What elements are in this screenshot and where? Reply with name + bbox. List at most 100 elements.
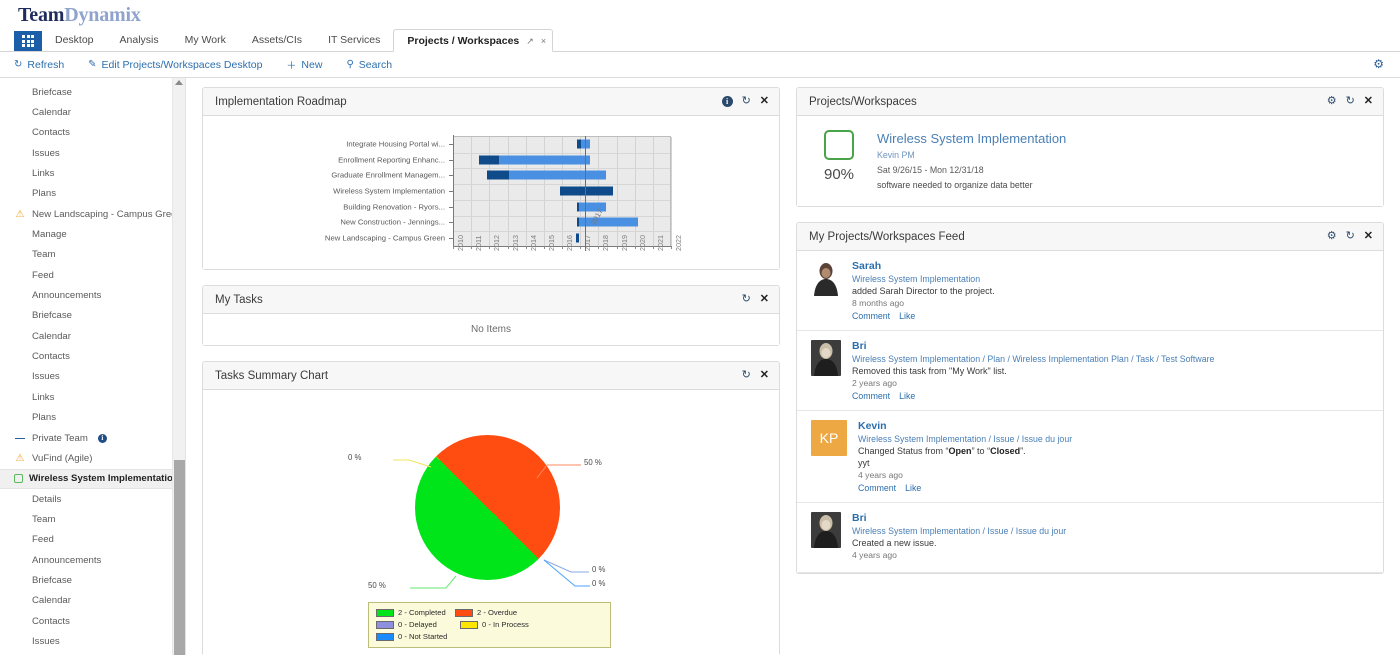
- project-title-link[interactable]: Wireless System Implementation: [877, 131, 1066, 146]
- sidebar-item-announcements[interactable]: Announcements: [0, 550, 185, 570]
- sidebar-item-manage[interactable]: Manage: [0, 224, 185, 244]
- sidebar-item-announcements[interactable]: Announcements: [0, 285, 185, 305]
- sidebar-item-issues[interactable]: Issues: [0, 631, 185, 651]
- tab-analysis[interactable]: Analysis: [107, 29, 172, 51]
- tab-my-work[interactable]: My Work: [172, 29, 239, 51]
- legend-item[interactable]: 2 - Overdue: [455, 607, 534, 618]
- sidebar-item-calendar[interactable]: Calendar: [0, 326, 185, 346]
- sidebar-item-issues[interactable]: Issues: [0, 367, 185, 387]
- sidebar-item-details[interactable]: Details: [0, 489, 185, 509]
- legend-item[interactable]: 2 - Completed: [376, 607, 455, 618]
- refresh-icon[interactable]: ↻: [742, 370, 751, 381]
- feed-like-link[interactable]: Like: [905, 483, 921, 493]
- avatar[interactable]: KP: [811, 420, 847, 456]
- close-icon[interactable]: ✕: [760, 294, 769, 305]
- feed-breadcrumb-link[interactable]: Wireless System Implementation / Plan / …: [852, 354, 1371, 364]
- sidebar-item-calendar[interactable]: Calendar: [0, 591, 185, 611]
- feed-breadcrumb-link[interactable]: Wireless System Implementation: [852, 274, 1371, 284]
- close-icon[interactable]: ✕: [760, 370, 769, 381]
- sidebar-item-briefcase[interactable]: Briefcase: [0, 82, 185, 102]
- logo-dynamix: Dynamix: [64, 4, 140, 26]
- tab-it-services[interactable]: IT Services: [315, 29, 393, 51]
- avatar[interactable]: [811, 340, 841, 376]
- feed-user-link[interactable]: Bri: [852, 512, 1371, 524]
- sidebar-item-contacts[interactable]: Contacts: [0, 346, 185, 366]
- search-button[interactable]: ⚲ Search: [346, 59, 392, 71]
- app-grid-icon[interactable]: [14, 31, 42, 51]
- sidebar-item-new-landscaping-campus-green[interactable]: ⚠New Landscaping - Campus Green: [0, 204, 185, 224]
- refresh-icon[interactable]: ↻: [1346, 231, 1355, 242]
- close-icon[interactable]: ✕: [760, 96, 769, 107]
- sidebar-item-contacts[interactable]: Contacts: [0, 611, 185, 631]
- gantt-x-tick: [671, 246, 672, 249]
- scroll-up-arrow-icon[interactable]: [175, 80, 183, 85]
- legend-item[interactable]: 0 - In Process: [460, 619, 539, 630]
- project-owner-link[interactable]: Kevin PM: [877, 150, 1066, 160]
- feed-user-link[interactable]: Kevin: [858, 420, 1371, 432]
- refresh-icon[interactable]: ↻: [742, 294, 751, 305]
- edit-desktop-button[interactable]: ✎ Edit Projects/Workspaces Desktop: [88, 59, 262, 71]
- feed-breadcrumb-link[interactable]: Wireless System Implementation / Issue /…: [852, 526, 1371, 536]
- gantt-row-label: Building Renovation - Ryors...: [205, 202, 445, 211]
- feed-comment-link[interactable]: Comment: [852, 311, 890, 321]
- new-button[interactable]: ＋ New: [286, 57, 322, 72]
- close-tab-icon[interactable]: ×: [541, 30, 546, 52]
- sidebar-item-links[interactable]: Links: [0, 652, 185, 655]
- sidebar-item-team[interactable]: Team: [0, 245, 185, 265]
- refresh-button[interactable]: ↻ Refresh: [14, 59, 64, 71]
- feed-user-link[interactable]: Sarah: [852, 260, 1371, 272]
- feed-breadcrumb-link[interactable]: Wireless System Implementation / Issue /…: [858, 434, 1371, 444]
- gantt-bar[interactable]: [560, 187, 613, 196]
- tab-projects-workspaces[interactable]: Projects / Workspaces ↗ ×: [393, 29, 553, 52]
- refresh-icon[interactable]: ↻: [1346, 96, 1355, 107]
- sidebar-item-team[interactable]: Team: [0, 509, 185, 529]
- refresh-icon[interactable]: ↻: [742, 96, 751, 107]
- roadmap-panel-title: Implementation Roadmap: [215, 96, 722, 108]
- sidebar-item-contacts[interactable]: Contacts: [0, 123, 185, 143]
- feed-comment-link[interactable]: Comment: [858, 483, 896, 493]
- pie-percent-label: 0 %: [592, 565, 605, 574]
- sidebar-scrollbar-thumb[interactable]: [174, 460, 185, 655]
- feed-timestamp: 2 years ago: [852, 378, 1371, 388]
- sidebar-item-plans[interactable]: Plans: [0, 184, 185, 204]
- avatar[interactable]: [811, 260, 841, 296]
- feed-comment-link[interactable]: Comment: [852, 391, 890, 401]
- sidebar-item-feed[interactable]: Feed: [0, 530, 185, 550]
- feed-like-link[interactable]: Like: [899, 311, 915, 321]
- gantt-bar[interactable]: [479, 155, 590, 164]
- sidebar-scrollbar-track[interactable]: [172, 78, 185, 655]
- gear-icon[interactable]: ⚙: [1327, 231, 1337, 242]
- gantt-bar[interactable]: [487, 171, 606, 180]
- close-icon[interactable]: ✕: [1364, 96, 1373, 107]
- legend-item[interactable]: 0 - Not Started: [376, 631, 460, 642]
- legend-label: 0 - Delayed: [398, 620, 437, 629]
- project-card[interactable]: 90% Wireless System Implementation Kevin…: [797, 116, 1383, 206]
- sidebar-item-briefcase[interactable]: Briefcase: [0, 306, 185, 326]
- gantt-x-tick-label: 2019: [620, 235, 629, 251]
- gantt-bar[interactable]: [576, 234, 580, 243]
- info-icon[interactable]: i: [722, 96, 733, 107]
- sidebar-item-links[interactable]: Links: [0, 163, 185, 183]
- sidebar-item-wireless-system-implementation[interactable]: Wireless System Implementation: [0, 469, 185, 489]
- sidebar-item-feed[interactable]: Feed: [0, 265, 185, 285]
- tab-desktop[interactable]: Desktop: [42, 29, 107, 51]
- avatar[interactable]: [811, 512, 841, 548]
- feed-user-link[interactable]: Bri: [852, 340, 1371, 352]
- pencil-icon: ✎: [88, 59, 96, 70]
- close-icon[interactable]: ✕: [1364, 231, 1373, 242]
- settings-gear-icon[interactable]: ⚙: [1373, 57, 1384, 71]
- sidebar-item-private-team[interactable]: —Private Teami: [0, 428, 185, 448]
- feed-like-link[interactable]: Like: [899, 391, 915, 401]
- sidebar-item-issues[interactable]: Issues: [0, 143, 185, 163]
- roadmap-chart: Integrate Housing Portal wi...Enrollment…: [203, 116, 779, 269]
- edit-tab-icon[interactable]: ↗: [526, 30, 534, 52]
- gear-icon[interactable]: ⚙: [1327, 96, 1337, 107]
- info-badge-icon[interactable]: i: [98, 434, 107, 443]
- sidebar-item-plans[interactable]: Plans: [0, 408, 185, 428]
- sidebar-item-links[interactable]: Links: [0, 387, 185, 407]
- legend-item[interactable]: 0 - Delayed: [376, 619, 460, 630]
- sidebar-item-calendar[interactable]: Calendar: [0, 102, 185, 122]
- sidebar-item-vufind-agile[interactable]: ⚠VuFind (Agile): [0, 448, 185, 468]
- tab-assets-cis[interactable]: Assets/CIs: [239, 29, 315, 51]
- sidebar-item-briefcase[interactable]: Briefcase: [0, 570, 185, 590]
